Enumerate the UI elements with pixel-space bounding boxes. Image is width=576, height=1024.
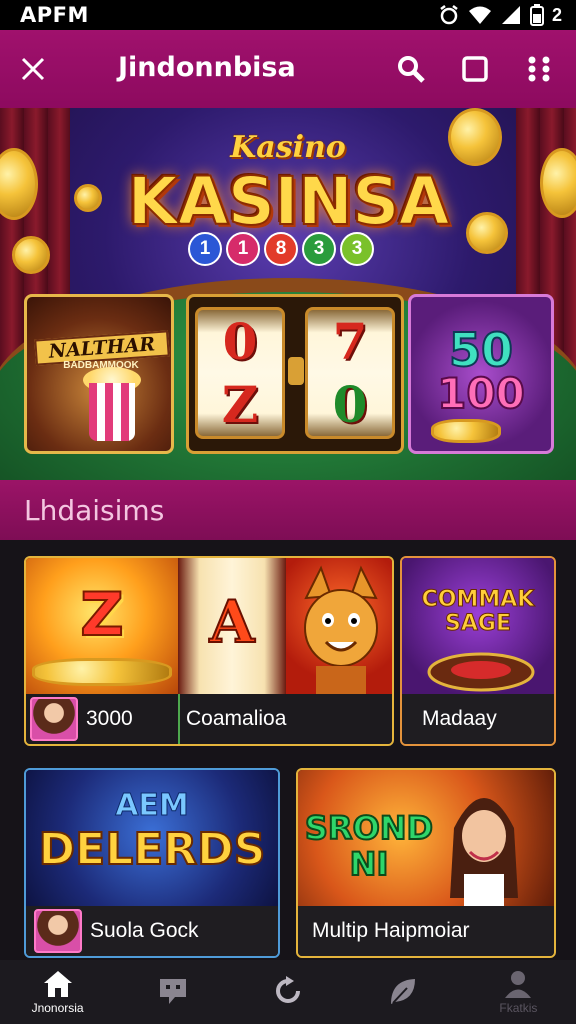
status-bar: APFM 2	[0, 0, 576, 30]
reel-symbol: 0	[332, 375, 368, 434]
status-icons: 2	[438, 4, 562, 26]
more-options-icon	[528, 56, 550, 82]
roulette-icon	[427, 652, 535, 692]
lottery-ball: 8	[264, 232, 298, 266]
battery-level: 2	[551, 4, 562, 25]
chat-icon	[159, 979, 186, 1004]
app-actions	[396, 54, 554, 84]
wifi-icon	[468, 5, 492, 25]
coin-decoration	[431, 419, 501, 443]
hero-logo: KASINSA	[126, 162, 450, 241]
nav-item-profile[interactable]: Fkatkis	[461, 960, 576, 1024]
game-card-art-sub: AEM	[115, 788, 190, 824]
nav-label: Fkatkis	[499, 1001, 538, 1015]
game-card-art-text: A	[208, 587, 255, 657]
avatar	[34, 909, 82, 953]
refresh-icon	[276, 976, 300, 1003]
popcorn-bucket	[89, 383, 135, 441]
game-card-art-mascot	[286, 558, 392, 694]
leaf-icon	[391, 979, 416, 1004]
avatar	[30, 697, 78, 741]
game-card-art: A	[178, 558, 286, 694]
lottery-ball: 3	[302, 232, 336, 266]
app-title: Jindonnbisa	[118, 52, 296, 83]
hero-panel-bonus[interactable]: 50 100	[408, 294, 554, 454]
signal-icon	[500, 5, 522, 25]
hero-banner[interactable]: Kasino KASINSA 1 1 8 3 3 NALTHAR BADBAMM…	[0, 108, 576, 480]
game-card-caption-text: Multip Haipmoiar	[312, 919, 470, 942]
close-icon	[21, 57, 45, 81]
game-card-art: SROND NI	[298, 770, 554, 910]
game-card-caption-text: Coamalioa	[186, 707, 287, 730]
section-header: Lhdaisims	[0, 480, 576, 540]
game-card[interactable]: AEM DELERDS Suola Gock	[24, 768, 280, 958]
nav-item-chat[interactable]	[115, 960, 230, 1024]
profile-icon	[505, 971, 532, 998]
game-card-caption-text: Suola Gock	[90, 919, 199, 942]
hero-logo-small: Kasino	[230, 130, 346, 165]
nav-item-home[interactable]: Jnonorsia	[0, 960, 115, 1024]
lottery-balls: 1 1 8 3 3	[188, 232, 374, 266]
section-title: Lhdaisims	[24, 494, 165, 527]
lottery-ball: 3	[340, 232, 374, 266]
reel-symbol: 0	[222, 312, 258, 371]
search-button[interactable]	[396, 54, 426, 84]
reel-divider	[288, 357, 304, 385]
game-card-art-text: COMMAK SAGE	[421, 587, 535, 636]
game-card-caption: Suola Gock	[26, 906, 278, 956]
bonus-bottom-number: 100	[436, 368, 526, 419]
game-card-art: AEM DELERDS	[26, 770, 278, 910]
game-card-art-text: DELERDS	[38, 823, 267, 876]
reel-symbol: 7	[332, 312, 368, 371]
window-button[interactable]	[460, 54, 490, 84]
game-card-caption-text: 3000	[86, 707, 133, 730]
reel-symbol: Z	[221, 375, 259, 434]
battery-icon	[529, 4, 544, 26]
game-card-caption: Multip Haipmoiar	[298, 906, 554, 956]
game-card-caption: 3000	[26, 694, 178, 744]
nav-label: Jnonorsia	[31, 1001, 84, 1015]
alarm-icon	[438, 4, 460, 26]
game-card-caption: Madaay	[402, 694, 554, 744]
lottery-ball: 1	[226, 232, 260, 266]
game-card[interactable]: Z A 3000 Coamalioa	[24, 556, 394, 746]
game-card-art: Z	[26, 558, 178, 694]
lottery-ball: 1	[188, 232, 222, 266]
slot-reel: 7 0	[305, 307, 395, 439]
close-button[interactable]	[18, 54, 48, 84]
game-card[interactable]: COMMAK SAGE Madaay	[400, 556, 556, 746]
hero-panel-roulette[interactable]: NALTHAR BADBAMMOOK	[24, 294, 174, 454]
player-avatar-icon	[450, 798, 518, 910]
search-icon	[398, 56, 425, 83]
coin-decoration	[12, 236, 50, 274]
window-icon	[462, 56, 488, 82]
game-card-art: COMMAK SAGE	[402, 558, 554, 696]
app-bar: Jindonnbisa	[0, 30, 576, 108]
slot-reel: 0 Z	[195, 307, 285, 439]
game-card-caption-text: Madaay	[422, 707, 497, 730]
game-grid: Z A 3000 Coamalioa COMMAK SAGE Madaay AE…	[0, 540, 576, 960]
bottom-nav: Jnonorsia Fkatkis	[0, 960, 576, 1024]
coin-decoration	[32, 658, 172, 686]
game-card-caption: Coamalioa	[178, 694, 392, 744]
nav-item-refresh[interactable]	[230, 960, 345, 1024]
home-icon	[43, 971, 72, 997]
mascot-icon	[304, 565, 378, 694]
status-time: APFM	[20, 3, 89, 27]
nav-item-leaf[interactable]	[346, 960, 461, 1024]
game-card-art-text: Z	[79, 579, 125, 651]
hero-panel-slots[interactable]: 0 Z 7 0	[186, 294, 404, 454]
game-card-art-text: SROND NI	[304, 809, 434, 883]
more-options-button[interactable]	[524, 54, 554, 84]
game-card[interactable]: SROND NI Multip Haipmoiar	[296, 768, 556, 958]
app-screen: APFM 2 Jindonnbisa Kasino KASINSA 1 1 8 …	[0, 0, 576, 1024]
